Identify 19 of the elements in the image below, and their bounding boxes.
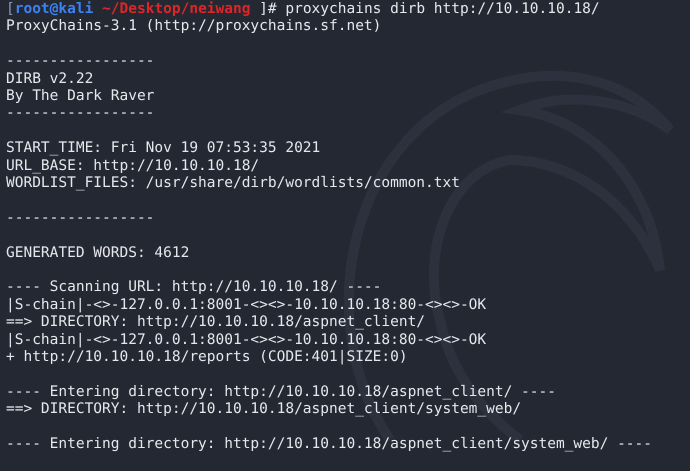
output-line: + http://10.10.10.18/reports (CODE:401|SIZE:0) [6,349,408,366]
output-line: URL_BASE: http://10.10.10.18/ [6,158,260,176]
output-line: WORDLIST_FILES: /usr/share/dirb/wordlists/common.txt [6,175,460,192]
output-line: GENERATED WORDS: 4612 [6,244,190,262]
output-line: ProxyChains-3.1 (http://proxychains.sf.net) [6,18,382,36]
output-line: By The Dark Raver [6,88,154,106]
output-line: DIRB v2.22 [6,70,94,88]
output-line: |S-chain|-<>-127.0.0.1:8001-<><>-10.10.10.18:80-<><>-OK [6,296,486,314]
output-line: |S-chain|-<>-127.0.0.1:8001-<><>-10.10.10.18:80-<><>-OK [6,332,486,350]
prompt-line: [root@kali ~/Desktop/neiwang ]# proxychains dirb http://10.10.10.18/ [6,1,601,18]
output-line: ---- Entering directory: http://10.10.10.18/aspnet_client/system_web/ ---- [6,436,652,454]
output-line: ---- Scanning URL: http://10.10.10.18/ ---- [6,279,382,297]
output-line: ==> DIRECTORY: http://10.10.10.18/aspnet_client/ [6,314,426,332]
output-line: START_TIME: Fri Nov 19 07:53:35 2021 [6,140,320,158]
output-line: ==> DIRECTORY: http://10.10.10.18/aspnet_client/system_web/ [6,401,522,419]
output-line: ---- Entering directory: http://10.10.10.18/aspnet_client/ ---- [6,384,556,402]
output-line: ----------------- [6,53,154,71]
output-line: ----------------- [6,105,154,123]
output-line: ----------------- [6,210,154,228]
